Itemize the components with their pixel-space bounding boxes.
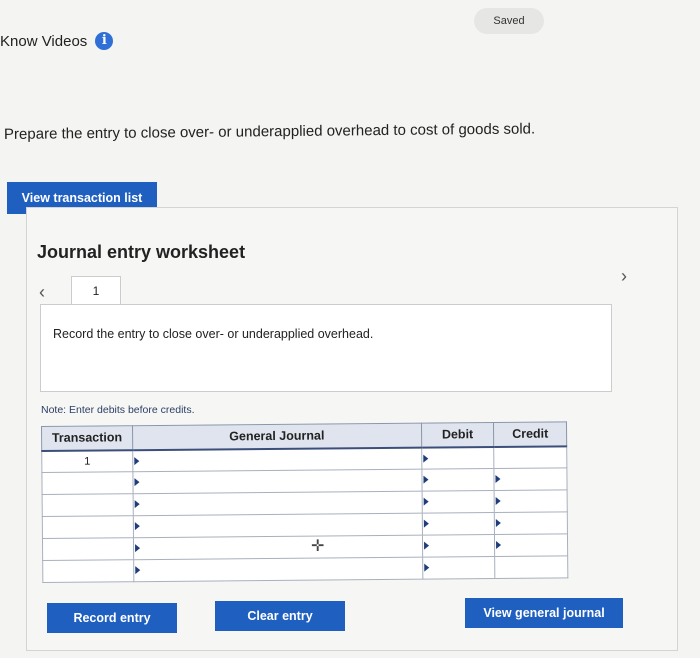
transaction-cell (42, 515, 134, 539)
credit-input[interactable] (494, 511, 568, 535)
credit-input[interactable] (494, 467, 568, 491)
account-select[interactable] (132, 447, 422, 472)
chevron-right-icon[interactable]: › (621, 266, 627, 287)
account-select[interactable] (133, 513, 423, 538)
chevron-left-icon[interactable]: ‹ (39, 282, 45, 303)
transaction-cell (42, 559, 134, 583)
question-prompt: Prepare the entry to close over- or unde… (3, 120, 536, 143)
clear-entry-button[interactable]: Clear entry (215, 601, 345, 631)
column-header-transaction: Transaction (41, 425, 133, 451)
column-header-debit: Debit (421, 422, 494, 448)
credit-input[interactable] (493, 445, 567, 469)
debits-note: Note: Enter debits before credits. (41, 404, 195, 416)
saved-status-badge: Saved (474, 8, 544, 34)
know-videos-link[interactable]: Know Videos i (0, 30, 114, 52)
journal-table: Transaction General Journal Debit Credit… (41, 421, 569, 583)
account-select[interactable] (132, 469, 422, 494)
debit-input[interactable] (421, 490, 495, 514)
debit-input[interactable] (422, 556, 496, 580)
entry-description: Record the entry to close over- or under… (53, 327, 374, 341)
view-general-journal-button[interactable]: View general journal (465, 598, 623, 628)
account-select[interactable] (133, 535, 423, 560)
transaction-cell (41, 471, 133, 495)
worksheet-title: Journal entry worksheet (37, 242, 246, 262)
column-header-general-journal: General Journal (132, 423, 422, 450)
column-header-credit: Credit (493, 421, 567, 447)
entry-instruction-panel: Record the entry to close over- or under… (40, 304, 612, 392)
info-icon[interactable]: i (95, 32, 114, 50)
transaction-cell: 1 (41, 449, 133, 473)
debit-input[interactable] (421, 468, 495, 492)
tab-entry-1[interactable]: 1 (71, 276, 121, 306)
account-select[interactable] (132, 491, 422, 516)
transaction-cell (42, 493, 134, 517)
know-videos-label: Know Videos (0, 32, 88, 50)
table-row (42, 555, 568, 583)
debit-input[interactable] (421, 512, 495, 536)
journal-entry-worksheet: Journal entry worksheet ‹ › 1 Record the… (26, 207, 678, 651)
debit-input[interactable] (421, 446, 495, 470)
credit-input[interactable] (494, 555, 568, 579)
transaction-cell (42, 537, 134, 561)
debit-input[interactable] (422, 534, 495, 558)
record-entry-button[interactable]: Record entry (47, 603, 177, 633)
move-cursor-icon: ✛ (311, 538, 325, 555)
account-select[interactable] (133, 557, 423, 582)
credit-input[interactable] (494, 533, 568, 557)
credit-input[interactable] (494, 489, 568, 513)
